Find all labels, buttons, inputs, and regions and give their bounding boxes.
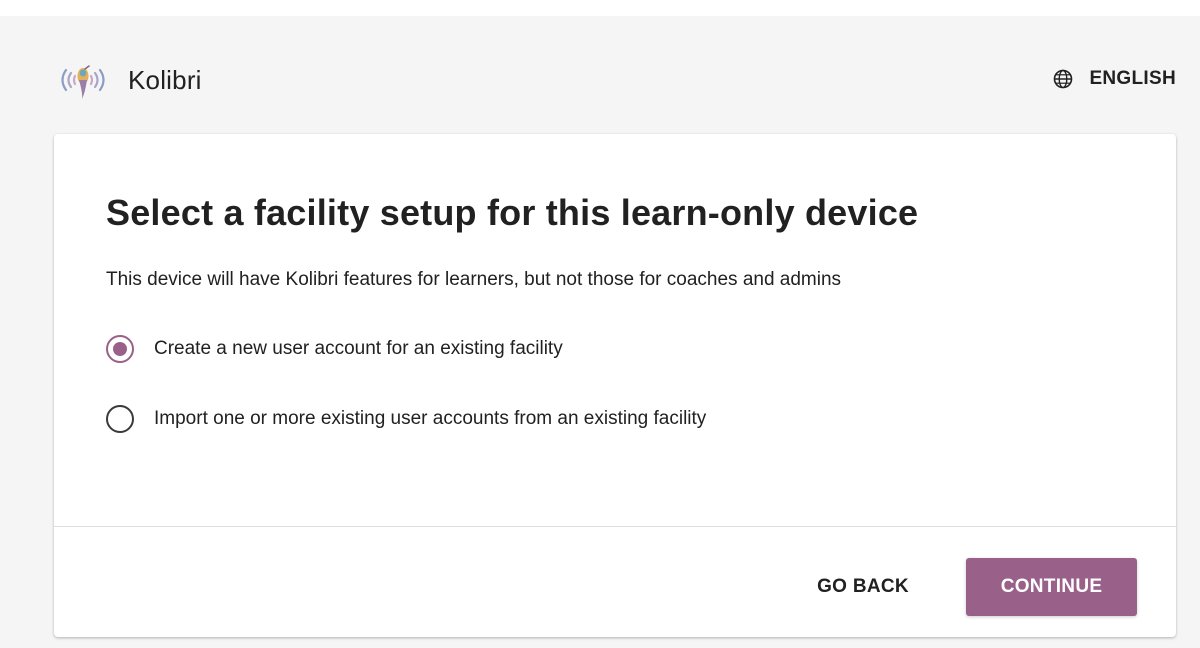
radio-option-create-account[interactable]: Create a new user account for an existin… [106, 335, 563, 363]
radio-dot [113, 342, 127, 356]
top-strip [0, 0, 1200, 16]
radio-label-create-account: Create a new user account for an existin… [154, 338, 563, 359]
radio-button-unselected[interactable] [106, 405, 134, 433]
app-header: Kolibri ENGLISH [0, 16, 1200, 134]
page-title: Select a facility setup for this learn-o… [106, 192, 919, 233]
language-label: ENGLISH [1089, 68, 1176, 89]
radio-label-import-accounts: Import one or more existing user account… [154, 408, 707, 429]
radio-option-import-accounts[interactable]: Import one or more existing user account… [106, 405, 706, 433]
globe-icon [1054, 69, 1073, 89]
app-name: Kolibri [128, 64, 202, 95]
language-switcher[interactable]: ENGLISH [1053, 68, 1176, 90]
brand: Kolibri [52, 60, 202, 100]
kolibri-logo-icon [61, 65, 105, 99]
go-back-button[interactable]: GO BACK [790, 558, 936, 616]
continue-button[interactable]: CONTINUE [966, 558, 1137, 616]
footer-divider [54, 526, 1176, 527]
page-description: This device will have Kolibri features f… [106, 269, 842, 290]
card-body: Select a facility setup for this learn-o… [54, 134, 1176, 526]
setup-card: Select a facility setup for this learn-o… [54, 134, 1176, 637]
radio-button-selected[interactable] [106, 335, 134, 363]
